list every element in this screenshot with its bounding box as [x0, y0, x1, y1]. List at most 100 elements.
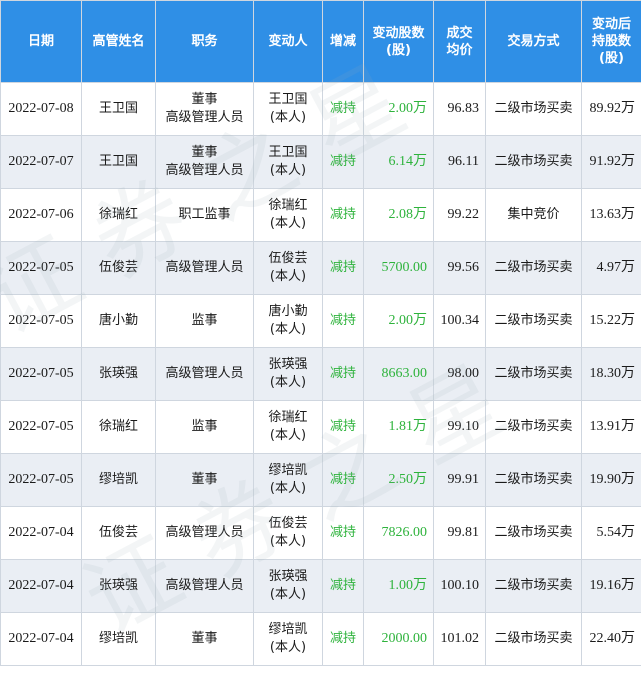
cell-changer: 伍俊芸 (本人) — [253, 506, 323, 560]
cell-method: 二级市场买卖 — [485, 453, 582, 507]
table-row: 2022-07-05 张瑛强 高级管理人员 张瑛强 (本人) 减持 8663.00 98.00… — [0, 347, 641, 401]
cell-after: 5.54万 — [581, 506, 641, 560]
cell-changer-line: 张瑛强 — [268, 357, 308, 372]
cell-changer-line: 唐小勤 — [268, 304, 308, 319]
cell-position: 高级管理人员 — [155, 559, 254, 613]
cell-name: 缪培凯 — [81, 612, 156, 666]
cell-date: 2022-07-04 — [0, 559, 82, 613]
cell-position: 监事 — [155, 294, 254, 348]
cell-changer: 唐小勤 (本人) — [253, 294, 323, 348]
cell-after: 4.97万 — [581, 241, 641, 295]
cell-position: 监事 — [155, 400, 254, 454]
cell-price: 99.91 — [433, 453, 486, 507]
cell-price: 99.56 — [433, 241, 486, 295]
cell-changer-line: (本人) — [269, 269, 307, 284]
cell-method: 二级市场买卖 — [485, 241, 582, 295]
cell-name: 张瑛强 — [81, 347, 156, 401]
cell-after: 22.40万 — [581, 612, 641, 666]
cell-shares: 1.81万 — [363, 400, 434, 454]
cell-trend: 减持 — [322, 241, 364, 295]
cell-trend: 减持 — [322, 453, 364, 507]
header-trend: 增减 — [322, 0, 364, 83]
cell-shares: 5700.00 — [363, 241, 434, 295]
cell-name: 唐小勤 — [81, 294, 156, 348]
cell-shares: 6.14万 — [363, 135, 434, 189]
cell-changer-line: 徐瑞红 — [268, 198, 308, 213]
cell-date: 2022-07-08 — [0, 82, 82, 136]
cell-after: 15.22万 — [581, 294, 641, 348]
cell-trend: 减持 — [322, 347, 364, 401]
cell-shares: 2000.00 — [363, 612, 434, 666]
cell-method: 二级市场买卖 — [485, 135, 582, 189]
cell-changer-line: (本人) — [269, 216, 307, 231]
cell-price: 101.02 — [433, 612, 486, 666]
cell-shares: 2.08万 — [363, 188, 434, 242]
cell-position: 董事 高级管理人员 — [155, 82, 254, 136]
cell-position-line: 高级管理人员 — [165, 110, 244, 125]
cell-trend: 减持 — [322, 400, 364, 454]
header-changer: 变动人 — [253, 0, 323, 83]
header-shares-line2: (股) — [386, 42, 411, 58]
cell-price: 99.22 — [433, 188, 486, 242]
table-header-row: 日期 高管姓名 职务 变动人 增减 变动股数 (股) 成交 均价 交易方式 变动… — [0, 0, 641, 83]
cell-position: 高级管理人员 — [155, 241, 254, 295]
cell-after: 91.92万 — [581, 135, 641, 189]
cell-changer-line: (本人) — [269, 587, 307, 602]
cell-method: 二级市场买卖 — [485, 612, 582, 666]
table-row: 2022-07-05 唐小勤 监事 唐小勤 (本人) 减持 2.00万 100.34 二级市场买… — [0, 294, 641, 348]
cell-method: 二级市场买卖 — [485, 559, 582, 613]
cell-changer-line: (本人) — [269, 375, 307, 390]
table-row: 2022-07-04 缪培凯 董事 缪培凯 (本人) 减持 2000.00 101.02 二级市… — [0, 612, 641, 666]
cell-changer: 王卫国 (本人) — [253, 82, 323, 136]
cell-trend: 减持 — [322, 82, 364, 136]
cell-changer-line: 缪培凯 — [268, 463, 308, 478]
cell-changer: 张瑛强 (本人) — [253, 347, 323, 401]
cell-after: 19.16万 — [581, 559, 641, 613]
table-row: 2022-07-08 王卫国 董事 高级管理人员 王卫国 (本人) 减持 2.00万 96.83… — [0, 82, 641, 136]
table-row: 2022-07-05 缪培凯 董事 缪培凯 (本人) 减持 2.50万 99.91 二级市场买卖… — [0, 453, 641, 507]
header-price: 成交 均价 — [433, 0, 486, 83]
cell-name: 徐瑞红 — [81, 188, 156, 242]
cell-shares: 7826.00 — [363, 506, 434, 560]
cell-position-line: 董事 — [191, 145, 218, 160]
table-row: 2022-07-05 伍俊芸 高级管理人员 伍俊芸 (本人) 减持 5700.00 99.56… — [0, 241, 641, 295]
cell-changer: 缪培凯 (本人) — [253, 453, 323, 507]
table-row: 2022-07-04 张瑛强 高级管理人员 张瑛强 (本人) 减持 1.00万 100.10 二… — [0, 559, 641, 613]
cell-position: 高级管理人员 — [155, 506, 254, 560]
header-price-line2: 均价 — [446, 42, 473, 58]
cell-shares: 2.50万 — [363, 453, 434, 507]
cell-changer-line: 伍俊芸 — [268, 251, 308, 266]
header-price-line1: 成交 — [446, 25, 473, 41]
cell-changer-line: 伍俊芸 — [268, 516, 308, 531]
cell-date: 2022-07-04 — [0, 612, 82, 666]
cell-trend: 减持 — [322, 612, 364, 666]
table-row: 2022-07-06 徐瑞红 职工监事 徐瑞红 (本人) 减持 2.08万 99.22 集中竞价… — [0, 188, 641, 242]
cell-shares: 8663.00 — [363, 347, 434, 401]
cell-changer-line: (本人) — [269, 163, 307, 178]
cell-date: 2022-07-05 — [0, 453, 82, 507]
cell-shares: 2.00万 — [363, 82, 434, 136]
cell-position: 职工监事 — [155, 188, 254, 242]
header-shares: 变动股数 (股) — [363, 0, 434, 83]
header-date: 日期 — [0, 0, 82, 83]
cell-name: 徐瑞红 — [81, 400, 156, 454]
cell-trend: 减持 — [322, 506, 364, 560]
cell-changer: 徐瑞红 (本人) — [253, 400, 323, 454]
cell-changer-line: (本人) — [269, 428, 307, 443]
cell-price: 99.10 — [433, 400, 486, 454]
cell-position: 董事 — [155, 453, 254, 507]
cell-price: 99.81 — [433, 506, 486, 560]
cell-date: 2022-07-06 — [0, 188, 82, 242]
cell-after: 89.92万 — [581, 82, 641, 136]
header-method: 交易方式 — [485, 0, 582, 83]
table-row: 2022-07-04 伍俊芸 高级管理人员 伍俊芸 (本人) 减持 7826.00 99.81… — [0, 506, 641, 560]
cell-trend: 减持 — [322, 294, 364, 348]
cell-after: 18.30万 — [581, 347, 641, 401]
cell-changer-line: (本人) — [269, 110, 307, 125]
cell-shares: 1.00万 — [363, 559, 434, 613]
cell-shares: 2.00万 — [363, 294, 434, 348]
header-after-line3: (股) — [599, 51, 624, 66]
insider-trading-table: 日期 高管姓名 职务 变动人 增减 变动股数 (股) 成交 均价 交易方式 变动… — [0, 0, 641, 666]
cell-after: 13.63万 — [581, 188, 641, 242]
header-after-line1: 变动后 — [591, 17, 631, 32]
